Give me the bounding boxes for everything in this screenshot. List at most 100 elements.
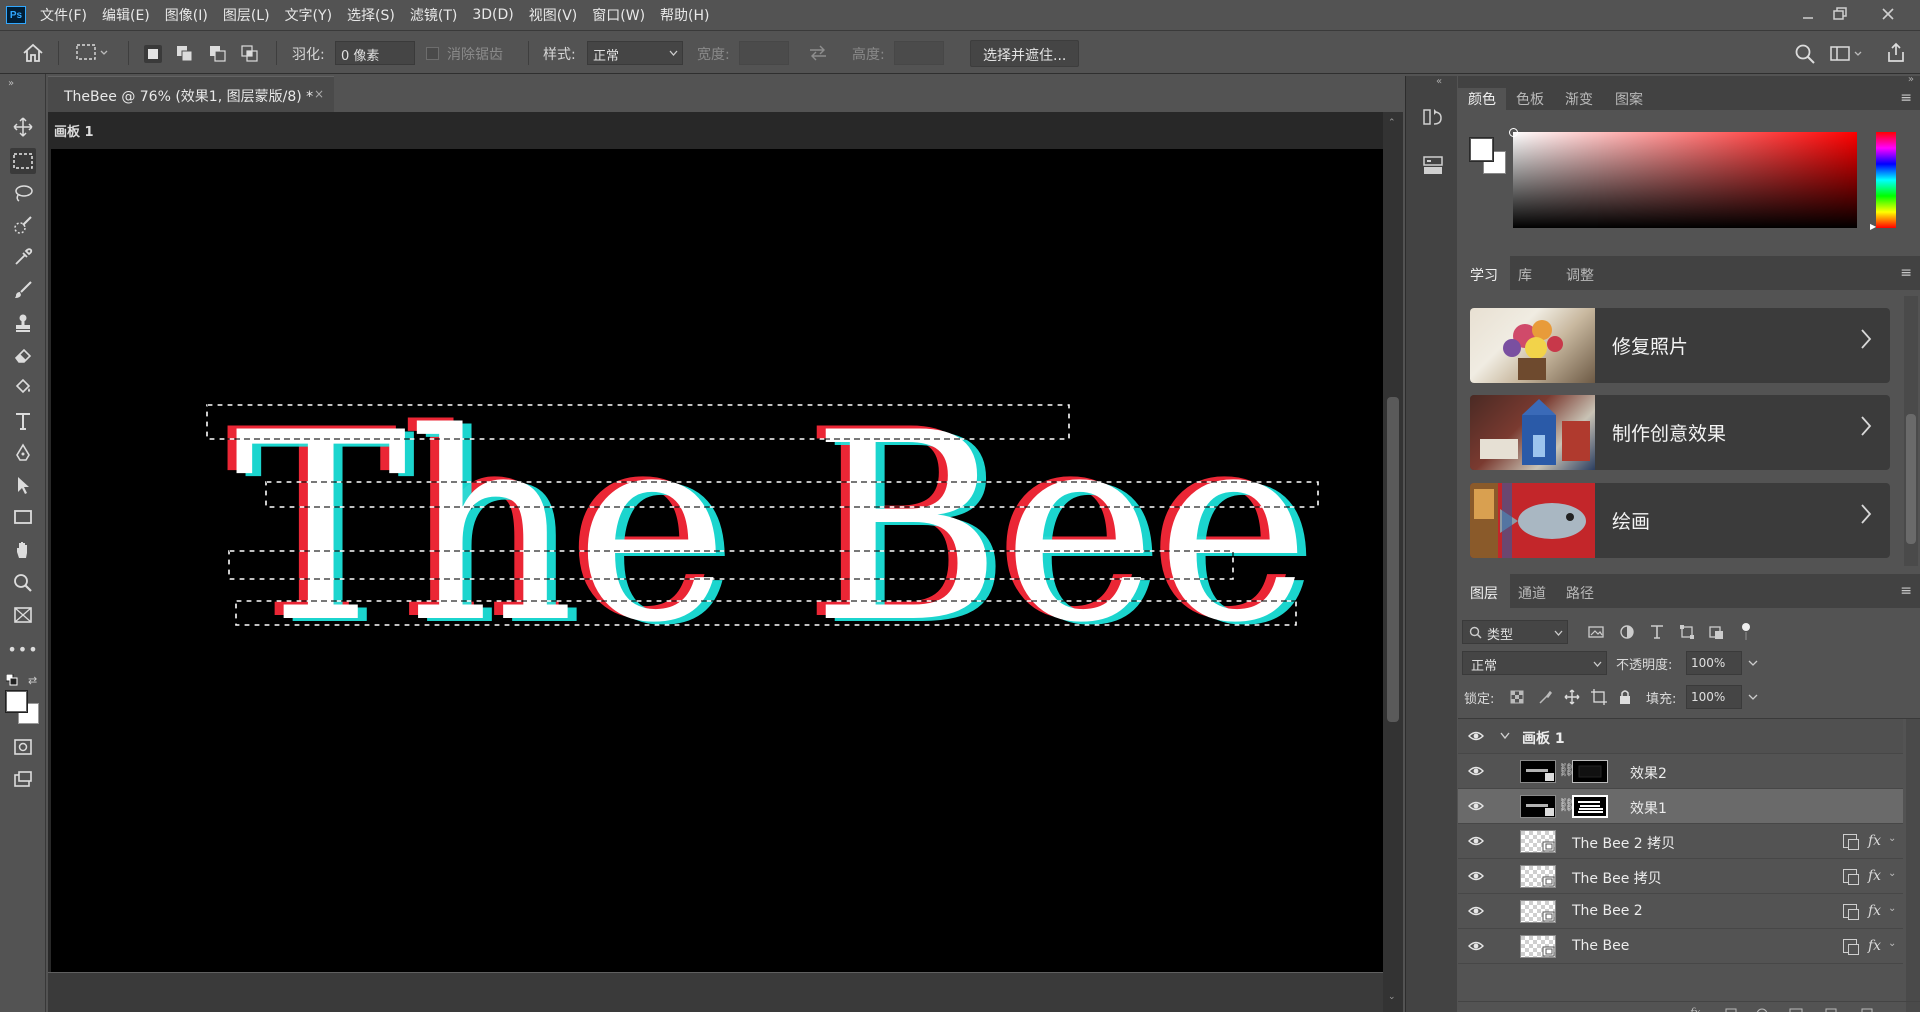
canvas-area[interactable]: 画板 1 The Bee The Bee The Bee [48, 112, 1383, 972]
intersect-selection-icon[interactable] [241, 45, 259, 63]
frame-tool-icon[interactable] [10, 602, 36, 628]
fill-chevron-icon[interactable] [1748, 694, 1758, 701]
filter-toggle-icon[interactable] [1740, 622, 1752, 646]
layers-scrollbar[interactable] [1906, 719, 1920, 1012]
filter-type-icon[interactable] [1649, 624, 1665, 644]
menu-type[interactable]: 文字(Y) [285, 5, 332, 25]
filter-smart-object-icon[interactable] [1709, 624, 1725, 644]
layer-effects-icon[interactable]: fx [1868, 903, 1881, 919]
lasso-tool-icon[interactable] [10, 180, 36, 206]
artboard[interactable]: The Bee The Bee The Bee [51, 149, 1383, 972]
color-picker-cursor[interactable] [1509, 128, 1518, 137]
chevron-down-icon[interactable]: ⌄ [1888, 938, 1896, 949]
menu-select[interactable]: 选择(S) [347, 5, 395, 25]
tab-layers[interactable]: 图层 [1458, 574, 1510, 608]
fill-input[interactable]: 100% [1686, 685, 1742, 709]
layer-filter-select[interactable]: 类型 [1462, 620, 1568, 644]
zoom-tool-icon[interactable] [10, 570, 36, 596]
canvas-vertical-scrollbar[interactable]: ⌃ ⌄ [1383, 112, 1403, 1012]
path-selection-tool-icon[interactable] [10, 472, 36, 498]
tab-adjustments[interactable]: 调整 [1554, 256, 1606, 290]
height-input[interactable] [894, 41, 944, 65]
lock-position-icon[interactable] [1564, 689, 1580, 709]
properties-panel-icon[interactable] [1420, 152, 1446, 178]
panel-collapse-icon[interactable]: » [1908, 74, 1914, 85]
learn-panel-menu-icon[interactable]: ≡ [1900, 265, 1912, 281]
layer-row[interactable]: The Bee 2 fx ⌄ [1458, 894, 1903, 929]
menu-3d[interactable]: 3D(D) [472, 7, 513, 23]
share-icon[interactable] [1885, 42, 1907, 68]
move-tool-icon[interactable] [10, 114, 36, 140]
search-icon[interactable] [1794, 43, 1816, 69]
new-selection-icon[interactable] [144, 45, 162, 63]
layer-effects-icon[interactable]: fx [1868, 833, 1881, 849]
blend-mode-select[interactable]: 正常 [1462, 651, 1607, 675]
restore-icon[interactable] [1818, 0, 1862, 28]
default-colors-icon[interactable] [5, 673, 18, 690]
filter-shape-icon[interactable] [1679, 624, 1695, 644]
visibility-eye-icon[interactable] [1468, 834, 1484, 848]
color-panel-swatches[interactable] [1470, 138, 1510, 178]
hue-slider[interactable] [1876, 132, 1896, 228]
chevron-down-icon[interactable]: ⌄ [1888, 868, 1896, 879]
menu-window[interactable]: 窗口(W) [592, 5, 645, 25]
learn-card-painting[interactable]: 绘画 [1470, 483, 1890, 558]
visibility-eye-icon[interactable] [1468, 764, 1484, 778]
close-tab-icon[interactable]: × [314, 87, 324, 101]
paint-bucket-tool-icon[interactable] [10, 374, 36, 400]
hue-slider-handle-icon[interactable]: ▶ [1870, 222, 1876, 231]
eraser-tool-icon[interactable] [10, 342, 36, 368]
menu-view[interactable]: 视图(V) [529, 5, 578, 25]
layer-row-selected[interactable]: ⛓ 效果1 [1458, 789, 1903, 824]
lock-transparent-icon[interactable] [1510, 690, 1524, 708]
color-panel-menu-icon[interactable]: ≡ [1900, 90, 1912, 106]
lock-pixels-icon[interactable] [1538, 690, 1552, 708]
scrollbar-thumb[interactable] [1387, 397, 1399, 722]
eyedropper-tool-icon[interactable] [10, 244, 36, 270]
menu-file[interactable]: 文件(F) [40, 5, 87, 25]
add-selection-icon[interactable] [176, 45, 194, 63]
marquee-preset-icon[interactable] [76, 44, 110, 66]
layer-group-row[interactable]: 画板 1 [1458, 719, 1903, 754]
foreground-color-swatch[interactable] [6, 691, 27, 712]
layer-mask-thumbnail[interactable] [1572, 760, 1608, 783]
learn-card-repair-photos[interactable]: 修复照片 [1470, 308, 1890, 383]
home-icon[interactable] [22, 43, 44, 67]
layer-actions-icons[interactable]: fx [1690, 1006, 1890, 1012]
visibility-eye-icon[interactable] [1468, 799, 1484, 813]
filter-pixel-icon[interactable] [1588, 624, 1604, 644]
style-select[interactable]: 正常 [587, 41, 683, 65]
layer-mask-thumbnail[interactable] [1572, 795, 1608, 818]
select-and-mask-button[interactable]: 选择并遮住... [970, 40, 1080, 67]
antialias-checkbox[interactable] [426, 47, 439, 60]
lock-artboard-icon[interactable] [1591, 689, 1607, 709]
menu-image[interactable]: 图像(I) [165, 5, 208, 25]
tab-learn[interactable]: 学习 [1458, 256, 1510, 290]
scroll-down-icon[interactable]: ⌄ [1388, 992, 1396, 1002]
screen-mode-icon[interactable] [10, 766, 36, 792]
layer-row[interactable]: The Bee 拷贝 fx ⌄ [1458, 859, 1903, 894]
type-tool-icon[interactable] [10, 408, 36, 434]
filter-adjustment-icon[interactable] [1619, 624, 1635, 644]
learn-scroll-thumb[interactable] [1906, 414, 1916, 544]
chevron-down-icon[interactable]: ⌄ [1888, 903, 1896, 914]
menu-layer[interactable]: 图层(L) [223, 5, 270, 25]
visibility-eye-icon[interactable] [1468, 729, 1484, 743]
quick-selection-tool-icon[interactable] [10, 212, 36, 238]
chevron-down-icon[interactable]: ⌄ [1888, 833, 1896, 844]
menu-edit[interactable]: 编辑(E) [102, 5, 150, 25]
workspace-icon[interactable] [1830, 45, 1864, 67]
tab-paths[interactable]: 路径 [1554, 574, 1606, 608]
document-tab[interactable]: TheBee @ 76% (效果1, 图层蒙版/8) * × [48, 76, 334, 112]
pen-tool-icon[interactable] [10, 440, 36, 466]
tab-libraries[interactable]: 库 [1506, 256, 1544, 290]
swap-colors-icon[interactable]: ⇄ [28, 674, 37, 687]
learn-card-creative-effects[interactable]: 制作创意效果 [1470, 395, 1890, 470]
opacity-chevron-icon[interactable] [1748, 660, 1758, 667]
tab-channels[interactable]: 通道 [1506, 574, 1558, 608]
visibility-eye-icon[interactable] [1468, 869, 1484, 883]
collapse-arrows-icon[interactable]: » [8, 78, 14, 89]
swap-width-height-icon[interactable] [808, 45, 828, 65]
tab-gradients[interactable]: 渐变 [1555, 88, 1603, 110]
rectangle-tool-icon[interactable] [10, 504, 36, 530]
